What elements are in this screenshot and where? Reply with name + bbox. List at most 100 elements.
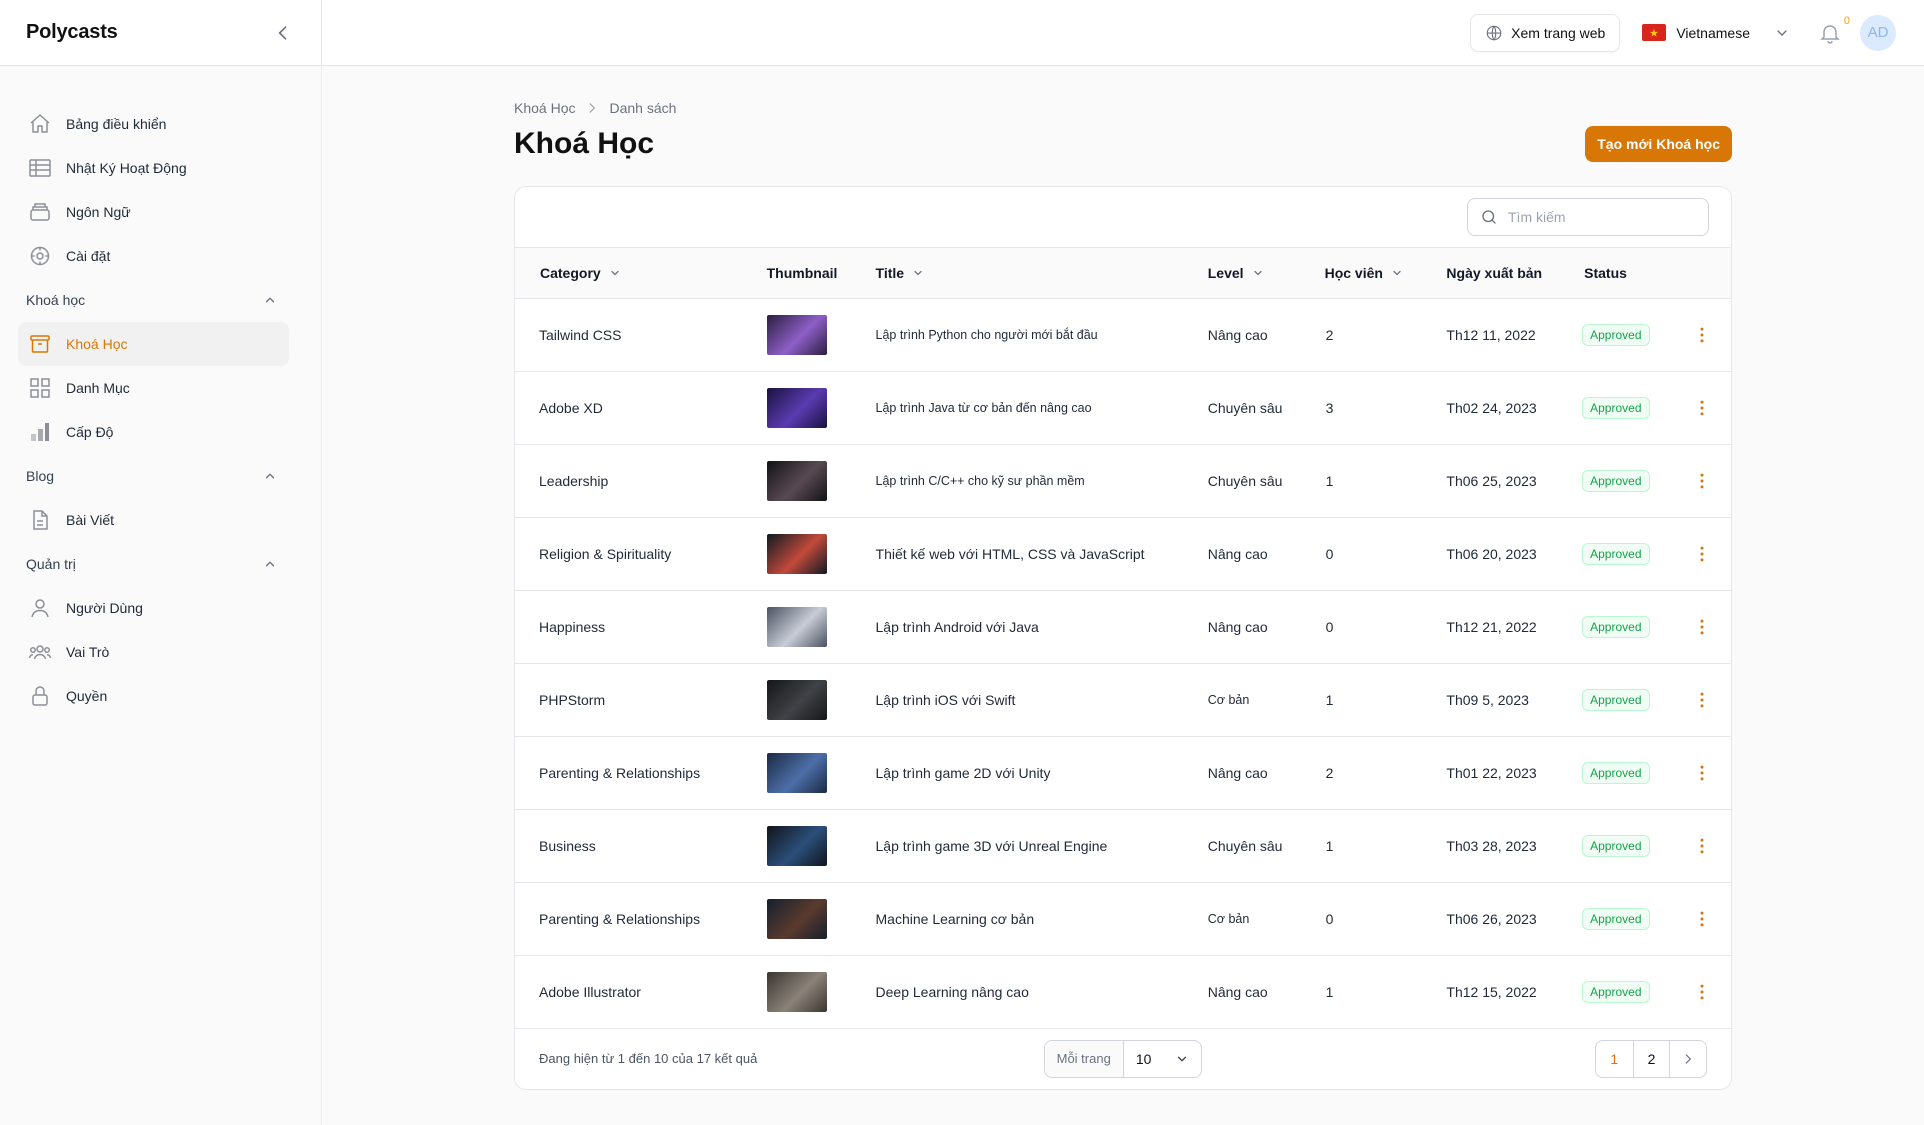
cell-level: Nâng cao [1196,517,1313,590]
column-header-students[interactable]: Học viên [1313,248,1435,298]
globe-icon [1485,24,1503,42]
app-brand[interactable]: Polycasts [26,21,118,44]
cell-actions [1672,371,1731,444]
course-title[interactable]: Lập trình game 2D với Unity [876,765,1051,781]
vietnam-flag-icon [1642,24,1667,41]
column-header-category[interactable]: Category [515,248,753,298]
cell-published: Th06 26, 2023 [1434,882,1572,955]
cell-title[interactable]: Thiết kế web với HTML, CSS và JavaScript [865,517,1196,590]
create-course-button[interactable]: Tạo mới Khoá học [1585,126,1732,162]
more-actions-icon[interactable] [1692,690,1712,710]
sidebar-item-levels[interactable]: Cấp Độ [18,410,289,454]
cell-actions [1672,663,1731,736]
level-text: Chuyên sâu [1207,472,1283,489]
sidebar-item-settings[interactable]: Cài đặt [18,234,289,278]
per-page-select[interactable]: Mỗi trang 10 [1043,1039,1203,1078]
cell-thumbnail [753,590,865,663]
collapse-sidebar-icon[interactable] [273,23,293,43]
more-actions-icon[interactable] [1692,471,1712,491]
cell-published: Th09 5, 2023 [1434,663,1572,736]
sidebar-item-courses[interactable]: Khoá Học [18,322,289,366]
table-row[interactable]: Business Lập trình game 3D với Unreal En… [515,809,1731,882]
cell-level: Chuyên sâu [1196,809,1313,882]
course-title[interactable]: Lập trình iOS với Swift [876,692,1016,708]
cell-title[interactable]: Deep Learning nâng cao [865,955,1196,1028]
course-title[interactable]: Deep Learning nâng cao [876,984,1029,1000]
notification-count: 0 [1843,14,1850,27]
column-header-title[interactable]: Title [865,248,1196,298]
title-row: Khoá Học Tạo mới Khoá học [514,126,1732,162]
search-input[interactable] [1508,209,1688,225]
sidebar-item-posts[interactable]: Bài Viết [18,498,289,542]
cell-title[interactable]: Lập trình iOS với Swift [865,663,1196,736]
cell-title[interactable]: Lập trình game 2D với Unity [865,736,1196,809]
sidebar-item-users[interactable]: Người Dùng [18,586,289,630]
sidebar-item-permissions[interactable]: Quyền [18,674,289,718]
table-row[interactable]: Adobe XD Lập trình Java từ cơ bản đến nâ… [515,371,1731,444]
page-button-2[interactable]: 2 [1632,1040,1670,1077]
table-row[interactable]: Adobe Illustrator Deep Learning nâng cao… [515,955,1731,1028]
course-title[interactable]: Lập trình Python cho người mới bắt đầu [876,328,1098,342]
sidebar-group-courses[interactable]: Khoá học [26,278,277,322]
search-box[interactable] [1467,198,1709,236]
more-actions-icon[interactable] [1692,398,1712,418]
language-label: Vietnamese [1676,24,1750,41]
chevron-down-icon [1774,25,1790,41]
course-title[interactable]: Lập trình C/C++ cho kỹ sư phần mềm [876,474,1085,488]
view-site-button[interactable]: Xem trang web [1470,13,1621,52]
more-actions-icon[interactable] [1692,982,1712,1002]
more-actions-icon[interactable] [1692,325,1712,345]
bell-icon [1818,21,1842,45]
sidebar-item-languages[interactable]: Ngôn Ngữ [18,190,289,234]
language-selector[interactable]: Vietnamese [1642,24,1790,41]
published-date: Th02 24, 2023 [1446,399,1537,416]
course-title[interactable]: Lập trình Java từ cơ bản đến nâng cao [876,401,1092,415]
table-row[interactable]: Leadership Lập trình C/C++ cho kỹ sư phầ… [515,444,1731,517]
more-actions-icon[interactable] [1692,836,1712,856]
sidebar-item-categories[interactable]: Danh Mục [18,366,289,410]
table-row[interactable]: Religion & Spirituality Thiết kế web với… [515,517,1731,590]
more-actions-icon[interactable] [1692,909,1712,929]
table-icon [28,156,52,180]
cell-title[interactable]: Lập trình Python cho người mới bắt đầu [865,298,1196,371]
cell-status: Approved [1572,590,1672,663]
table-row[interactable]: Tailwind CSS Lập trình Python cho người … [515,298,1731,371]
sidebar-group-blog[interactable]: Blog [26,454,277,498]
bar-chart-icon [28,420,52,444]
course-title[interactable]: Thiết kế web với HTML, CSS và JavaScript [876,546,1145,562]
students-count: 1 [1325,472,1334,489]
course-title[interactable]: Machine Learning cơ bản [876,911,1035,927]
sidebar-group-admin[interactable]: Quản trị [26,542,277,586]
pagination-summary: Đang hiện từ 1 đến 10 của 17 kết quả [539,1051,758,1066]
avatar[interactable]: AD [1860,14,1896,51]
column-header-level[interactable]: Level [1196,248,1313,298]
course-title[interactable]: Lập trình Android với Java [876,619,1039,635]
table-row[interactable]: Parenting & Relationships Machine Learni… [515,882,1731,955]
sidebar-item-activity-log[interactable]: Nhật Ký Hoạt Động [18,146,289,190]
more-actions-icon[interactable] [1692,617,1712,637]
breadcrumb-parent[interactable]: Khoá Học [514,100,575,116]
table-row[interactable]: Parenting & Relationships Lập trình game… [515,736,1731,809]
more-actions-icon[interactable] [1692,544,1712,564]
notifications-button[interactable]: 0 [1818,15,1850,45]
students-count: 1 [1325,837,1334,854]
cell-category: Business [515,809,753,882]
page-button-1[interactable]: 1 [1596,1041,1633,1077]
breadcrumb-current: Danh sách [609,100,677,116]
cell-actions [1672,298,1731,371]
cell-title[interactable]: Lập trình C/C++ cho kỹ sư phần mềm [865,444,1196,517]
cell-title[interactable]: Machine Learning cơ bản [865,882,1196,955]
cell-title[interactable]: Lập trình Java từ cơ bản đến nâng cao [865,371,1196,444]
cell-status: Approved [1572,809,1672,882]
course-title[interactable]: Lập trình game 3D với Unreal Engine [876,838,1108,854]
table-row[interactable]: PHPStorm Lập trình iOS với Swift Cơ bản … [515,663,1731,736]
cell-title[interactable]: Lập trình Android với Java [865,590,1196,663]
next-page-button[interactable] [1669,1040,1706,1077]
sidebar-item-dashboard[interactable]: Bảng điều khiển [18,102,289,146]
cell-thumbnail [753,809,865,882]
table-row[interactable]: Happiness Lập trình Android với Java Nân… [515,590,1731,663]
status-badge: Approved [1582,834,1650,857]
sidebar-item-roles[interactable]: Vai Trò [18,630,289,674]
cell-title[interactable]: Lập trình game 3D với Unreal Engine [865,809,1196,882]
more-actions-icon[interactable] [1692,763,1712,783]
